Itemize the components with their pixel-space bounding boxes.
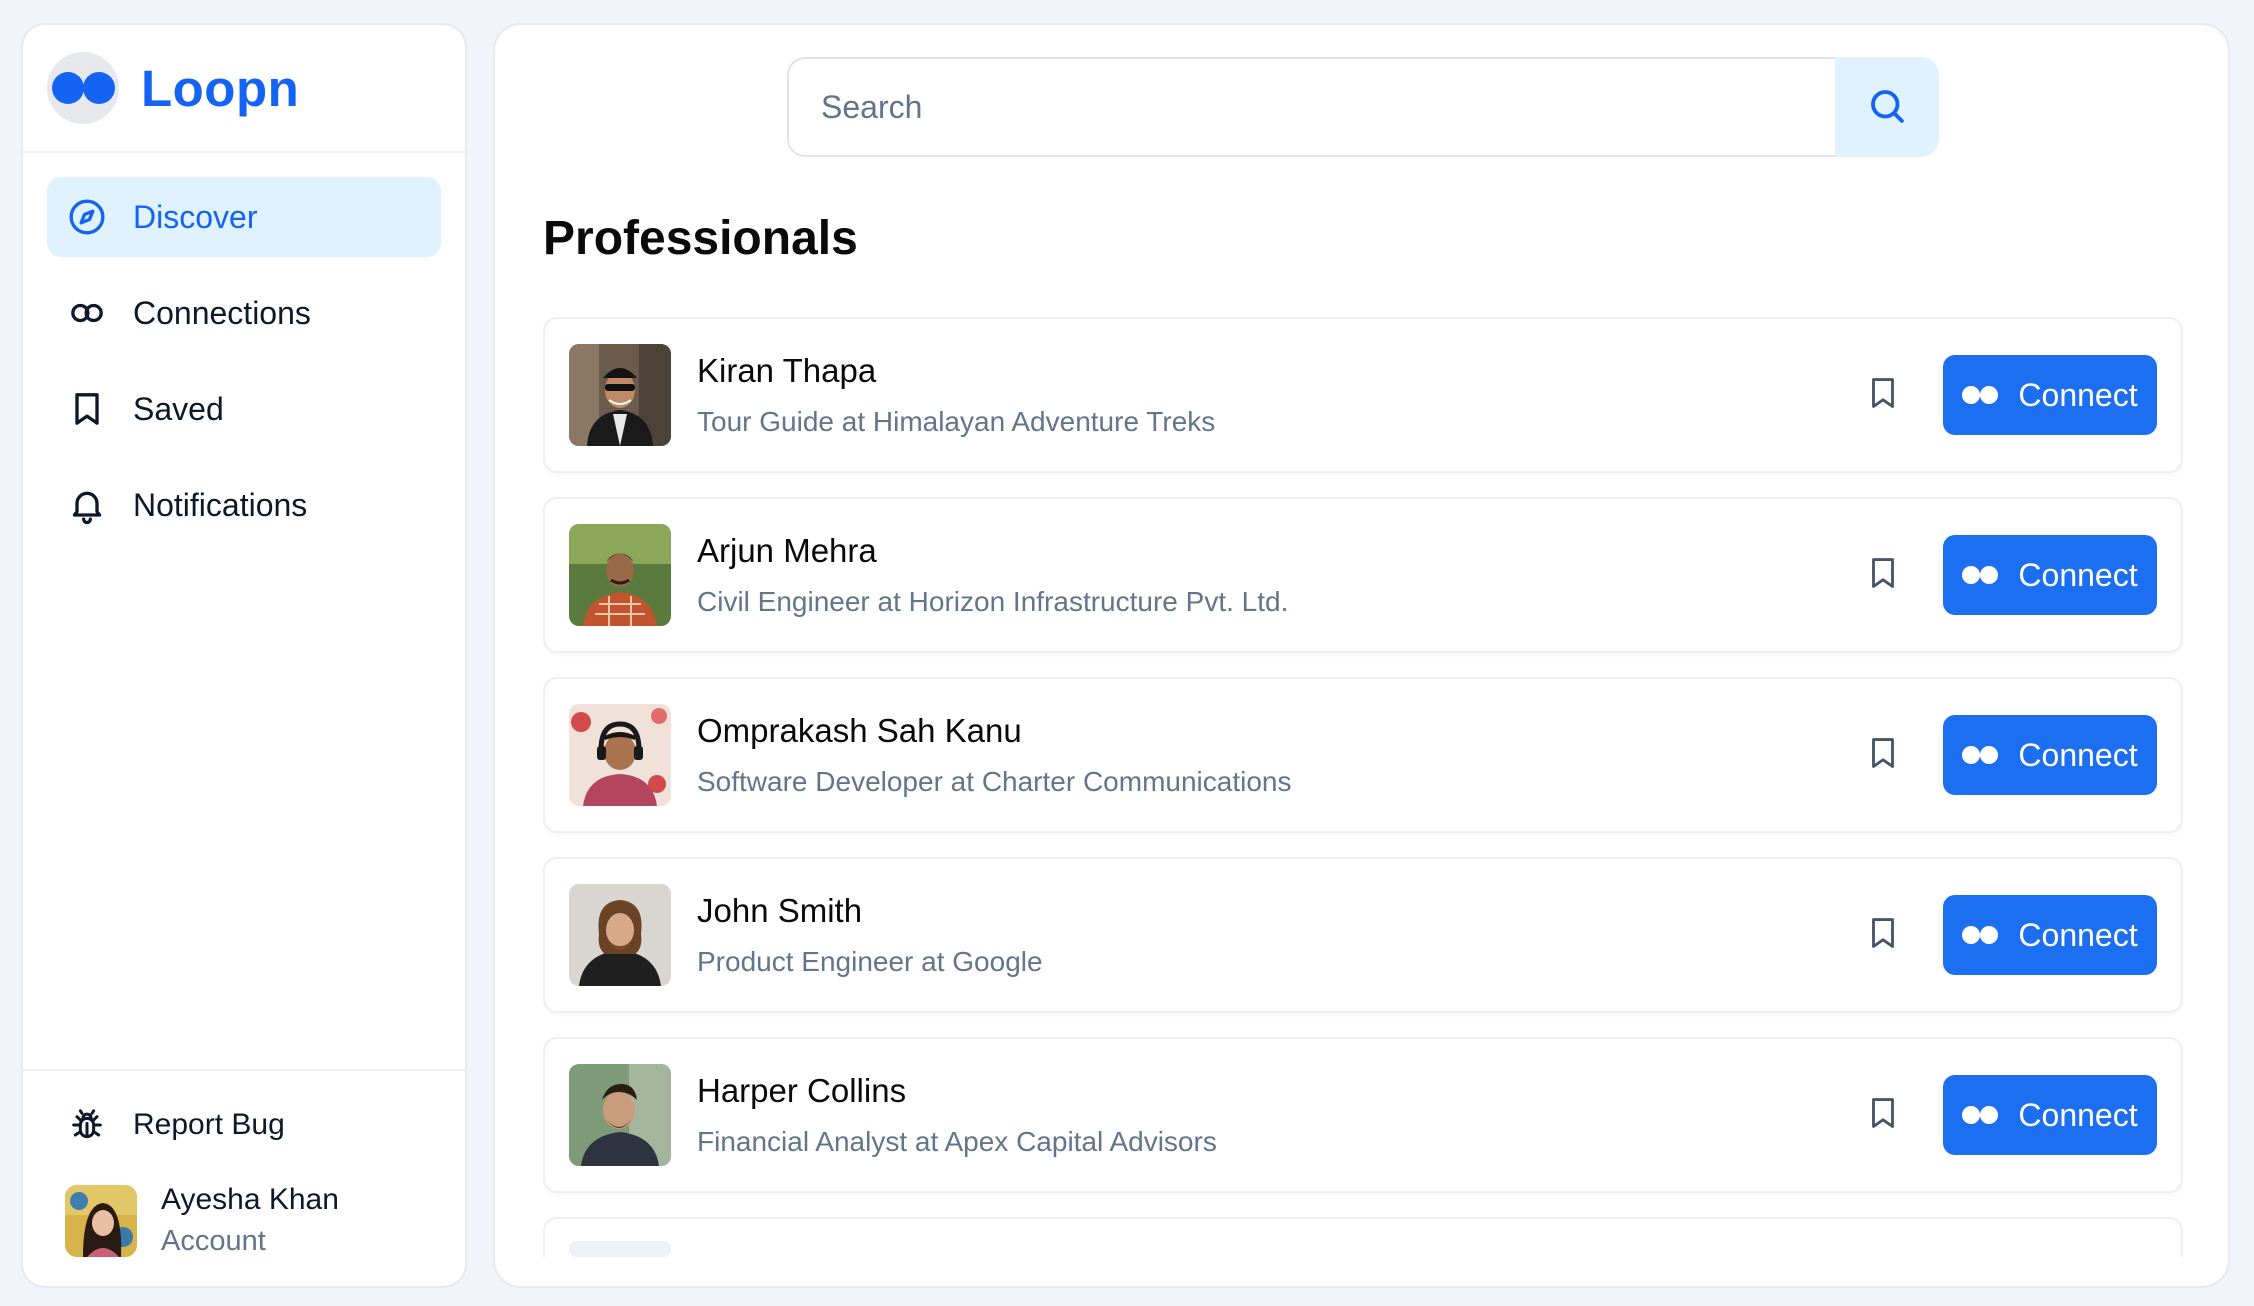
professional-name: John Smith — [697, 892, 863, 929]
sidebar-item-connections[interactable]: Connections — [47, 273, 441, 353]
sidebar-item-saved[interactable]: Saved — [47, 369, 441, 449]
avatar[interactable] — [569, 524, 671, 626]
save-button[interactable] — [1855, 367, 1911, 423]
connect-label: Connect — [2018, 1096, 2138, 1133]
search-icon — [1866, 85, 1908, 130]
bug-icon — [63, 1101, 111, 1149]
professional-name: Arjun Mehra — [697, 532, 877, 569]
search-input[interactable] — [787, 57, 1835, 157]
main-panel: Professionals Kiran Thapa Tour — [493, 23, 2230, 1288]
save-button[interactable] — [1855, 907, 1911, 963]
professionals-list: Kiran Thapa Tour Guide at Himalayan Adve… — [543, 317, 2183, 1277]
bell-icon — [63, 481, 111, 529]
loopn-logo-icon — [47, 52, 119, 124]
account-name: Ayesha Khan — [161, 1183, 339, 1216]
report-bug-button[interactable]: Report Bug — [47, 1097, 441, 1153]
bookmark-icon — [1864, 914, 1902, 957]
save-button[interactable] — [1855, 547, 1911, 603]
connect-label: Connect — [2018, 916, 2138, 953]
connect-button[interactable]: Connect — [1943, 355, 2157, 435]
loopn-dots-icon — [1962, 746, 1999, 764]
sidebar-item-notifications[interactable]: Notifications — [47, 465, 441, 545]
compass-icon — [63, 193, 111, 241]
avatar[interactable] — [569, 1064, 671, 1166]
loopn-dots-icon — [1962, 386, 1999, 404]
list-item[interactable]: John Smith Product Engineer at Google Co… — [543, 857, 2183, 1013]
infinity-icon — [63, 289, 111, 337]
page-title: Professionals — [543, 212, 858, 265]
loopn-dots-icon — [1962, 926, 1999, 944]
avatar[interactable] — [569, 344, 671, 446]
list-item[interactable]: Omprakash Sah Kanu Software Developer at… — [543, 677, 2183, 833]
save-button[interactable] — [1855, 727, 1911, 783]
save-button[interactable] — [1855, 1087, 1911, 1143]
brand[interactable]: Loopn — [23, 25, 465, 153]
connect-button[interactable]: Connect — [1943, 715, 2157, 795]
bookmark-icon — [1864, 554, 1902, 597]
search-button[interactable] — [1835, 57, 1939, 157]
loopn-dots-icon — [1962, 1106, 1999, 1124]
sidebar-footer: Report Bug Ayesha Khan Account — [23, 1069, 465, 1286]
professional-title: Financial Analyst at Apex Capital Adviso… — [697, 1126, 1217, 1157]
bookmark-icon — [1864, 734, 1902, 777]
professional-title: Civil Engineer at Horizon Infrastructure… — [697, 586, 1289, 617]
sidebar-item-label: Saved — [133, 390, 224, 427]
connect-button[interactable]: Connect — [1943, 1075, 2157, 1155]
account-subtitle: Account — [161, 1225, 266, 1257]
sidebar-item-discover[interactable]: Discover — [47, 177, 441, 257]
professional-name: Kiran Thapa — [697, 352, 877, 389]
sidebar: Loopn Discover Connections Saved Notific… — [21, 23, 467, 1288]
connect-label: Connect — [2018, 556, 2138, 593]
list-item[interactable] — [543, 1217, 2183, 1257]
list-item[interactable]: Kiran Thapa Tour Guide at Himalayan Adve… — [543, 317, 2183, 473]
loopn-dots-icon — [1962, 566, 1999, 584]
avatar[interactable] — [569, 884, 671, 986]
sidebar-item-label: Discover — [133, 198, 258, 235]
professional-title: Software Developer at Charter Communicat… — [697, 766, 1292, 797]
report-bug-label: Report Bug — [133, 1108, 285, 1141]
professional-name: Harper Collins — [697, 1072, 907, 1109]
search-bar — [787, 57, 1939, 157]
bookmark-icon — [63, 385, 111, 433]
sidebar-item-label: Notifications — [133, 486, 308, 523]
connect-button[interactable]: Connect — [1943, 535, 2157, 615]
bookmark-icon — [1864, 374, 1902, 417]
sidebar-nav: Discover Connections Saved Notifications — [23, 153, 465, 1069]
connect-label: Connect — [2018, 376, 2138, 413]
professional-name: Omprakash Sah Kanu — [697, 712, 1022, 749]
connect-button[interactable]: Connect — [1943, 895, 2157, 975]
professional-title: Product Engineer at Google — [697, 946, 1043, 977]
bookmark-icon — [1864, 1094, 1902, 1137]
avatar[interactable] — [569, 1241, 671, 1257]
sidebar-item-label: Connections — [133, 294, 311, 331]
brand-name: Loopn — [141, 59, 300, 117]
avatar — [65, 1184, 137, 1257]
list-item[interactable]: Harper Collins Financial Analyst at Apex… — [543, 1037, 2183, 1193]
connect-label: Connect — [2018, 736, 2138, 773]
avatar[interactable] — [569, 704, 671, 806]
professional-title: Tour Guide at Himalayan Adventure Treks — [697, 406, 1216, 437]
list-item[interactable]: Arjun Mehra Civil Engineer at Horizon In… — [543, 497, 2183, 653]
account-menu[interactable]: Ayesha Khan Account — [47, 1183, 441, 1258]
